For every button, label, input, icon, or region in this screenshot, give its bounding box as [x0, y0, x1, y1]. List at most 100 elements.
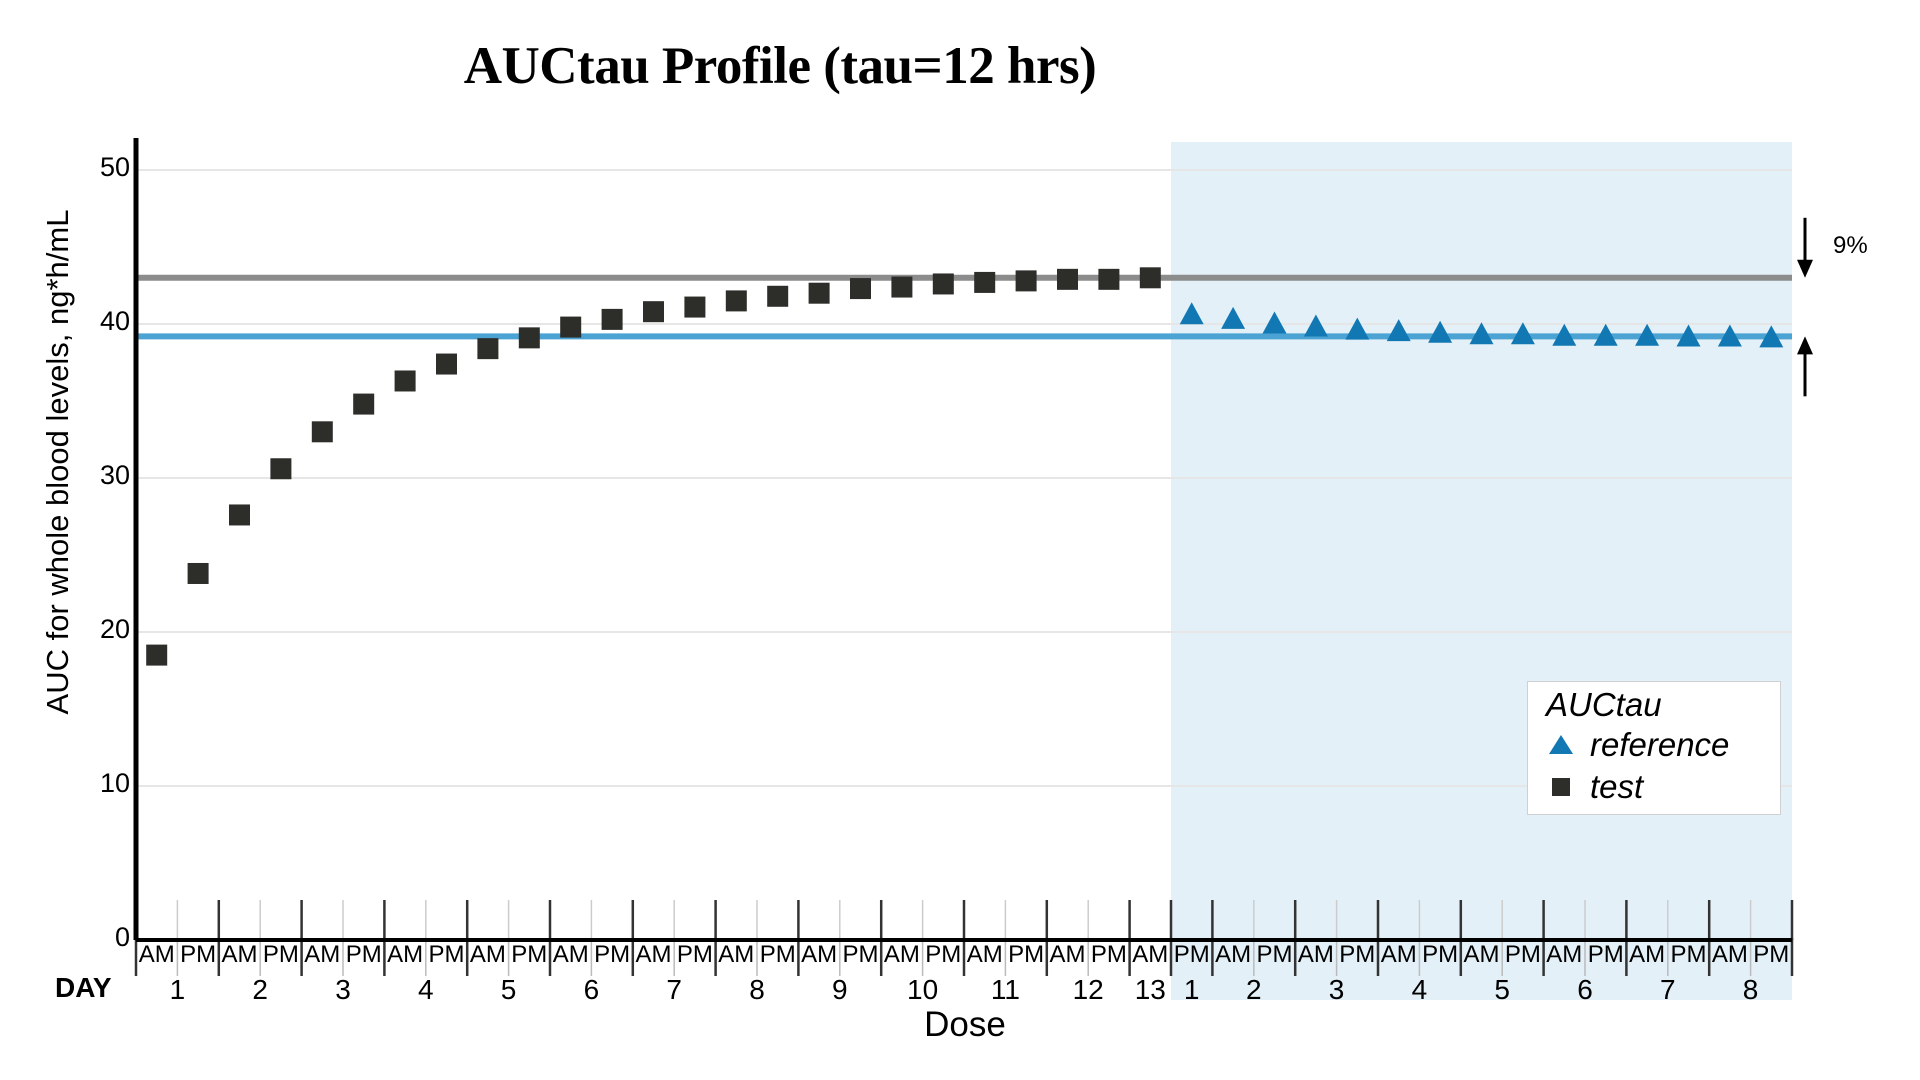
x-tick-dose-label: PM [1422, 941, 1459, 968]
x-tick-dose-label: PM [180, 941, 217, 968]
annotation-arrow-up-head [1797, 336, 1813, 355]
test-data-point [643, 301, 664, 323]
x-tick-dose-label: AM [138, 941, 175, 968]
x-tick-dose-label: AM [552, 941, 589, 968]
x-tick-dose-label: AM [883, 941, 920, 968]
x-tick-dose-label: PM [1587, 941, 1624, 968]
x-axis-tick-labels: AM PM AM PM AM PM AM PM AM PM AM PM AM PM AM PM AM PM AM PM… [136, 938, 1792, 1010]
x-tick-day-label: 9 [832, 974, 848, 1005]
test-data-point [974, 271, 996, 293]
x-tick-dose-label: AM [1546, 941, 1583, 968]
x-tick-dose-label: PM [676, 941, 713, 968]
test-data-point [394, 370, 416, 392]
test-data-point [891, 276, 913, 298]
x-tick-dose-label: AM [635, 941, 672, 968]
plot-canvas [133, 138, 1813, 1000]
test-data-point [477, 338, 499, 360]
x-tick-dose-label: PM [842, 941, 879, 968]
test-data-point [560, 316, 582, 338]
legend-item-test: test [1546, 768, 1643, 806]
test-data-point [518, 327, 540, 349]
test-data-point [436, 353, 457, 375]
x-tick-day-label: 6 [1577, 974, 1593, 1005]
test-data-point [270, 458, 292, 480]
x-tick-day-label: 11 [990, 974, 1020, 1005]
legend-item-reference: reference [1546, 726, 1729, 764]
triangle-marker-icon [1546, 726, 1576, 764]
legend-label-reference: reference [1590, 726, 1730, 763]
x-tick-dose-label: PM [511, 941, 548, 968]
x-tick-dose-label: PM [759, 941, 796, 968]
test-data-point [725, 290, 747, 312]
x-tick-dose-label: AM [1463, 941, 1500, 968]
test-data-point [601, 308, 623, 330]
test-data-point [932, 273, 954, 295]
x-tick-day-label: 8 [1742, 974, 1759, 1005]
x-tick-dose-label: AM [1297, 941, 1334, 968]
test-data-point [146, 644, 168, 666]
x-tick-day-label: 1 [169, 974, 186, 1005]
x-tick-dose-label: AM [966, 941, 1003, 968]
x-tick-dose-label: PM [1670, 941, 1707, 968]
x-tick-dose-label: PM [594, 941, 631, 968]
x-tick-dose-label: AM [1049, 941, 1086, 968]
x-tick-day-label: 12 [1072, 974, 1104, 1005]
square-marker-icon [1546, 768, 1576, 806]
x-tick-dose-label: PM [1173, 941, 1210, 968]
x-tick-dose-label: PM [1339, 941, 1376, 968]
test-data-point [850, 278, 871, 300]
test-data-point [684, 296, 706, 318]
x-tick-dose-label: PM [1090, 941, 1127, 968]
test-data-point [1057, 268, 1078, 290]
test-data-point [1098, 268, 1120, 290]
annotation-arrow-down-head [1797, 259, 1813, 278]
x-tick-dose-label: AM [1711, 941, 1748, 968]
test-data-point [229, 504, 250, 526]
test-data-point [808, 282, 830, 304]
x-tick-day-label: 3 [1328, 974, 1345, 1005]
x-tick-dose-label: AM [1380, 941, 1417, 968]
series-test-markers [146, 267, 1161, 666]
x-tick-dose-label: AM [387, 941, 424, 968]
test-data-point [1015, 270, 1037, 292]
day-axis-label: DAY [55, 972, 112, 1003]
x-tick-day-label: 5 [500, 974, 517, 1005]
x-tick-dose-label: AM [304, 941, 341, 968]
legend-title: AUCtau [1546, 686, 1662, 723]
chart-legend: AUCtau reference test [1527, 681, 1781, 815]
x-tick-day-label: 3 [335, 974, 351, 1005]
x-tick-day-label: 1 [1183, 974, 1200, 1005]
x-tick-dose-label: PM [345, 941, 382, 968]
x-tick-dose-label: PM [1008, 941, 1045, 968]
x-tick-day-label: 2 [252, 974, 268, 1005]
x-tick-dose-label: PM [1753, 941, 1790, 968]
x-tick-dose-label: AM [1629, 941, 1666, 968]
x-tick-day-label: 7 [1660, 974, 1676, 1005]
shaded-region-group [1171, 142, 1792, 1000]
x-tick-day-label: 10 [907, 974, 939, 1005]
x-tick-day-label: 13 [1134, 974, 1166, 1005]
x-tick-day-label: 8 [749, 974, 765, 1005]
test-data-point [311, 421, 333, 443]
x-tick-dose-label: PM [1256, 941, 1293, 968]
test-data-point [767, 285, 789, 307]
test-data-point [353, 393, 375, 415]
x-tick-day-label: 4 [418, 974, 434, 1005]
x-tick-day-label: 7 [666, 974, 682, 1005]
x-tick-dose-label: PM [925, 941, 962, 968]
test-data-point [187, 562, 209, 584]
x-tick-dose-label: AM [801, 941, 838, 968]
x-tick-dose-label: PM [428, 941, 465, 968]
test-data-point [1139, 267, 1161, 289]
x-tick-dose-label: AM [1132, 941, 1169, 968]
x-tick-day-label: 5 [1494, 974, 1510, 1005]
chart-figure: AUCtau Profile (tau=12 hrs) AUC for whol… [0, 0, 1920, 1080]
shaded-region-reference-period [1171, 142, 1792, 1000]
x-tick-dose-label: AM [221, 941, 258, 968]
x-tick-day-label: 2 [1246, 974, 1262, 1005]
x-tick-dose-label: AM [469, 941, 506, 968]
percent-difference-annotation: 9% [1833, 232, 1868, 259]
x-tick-dose-label: PM [1504, 941, 1541, 968]
legend-label-test: test [1590, 768, 1644, 805]
x-tick-day-label: 6 [583, 974, 600, 1005]
